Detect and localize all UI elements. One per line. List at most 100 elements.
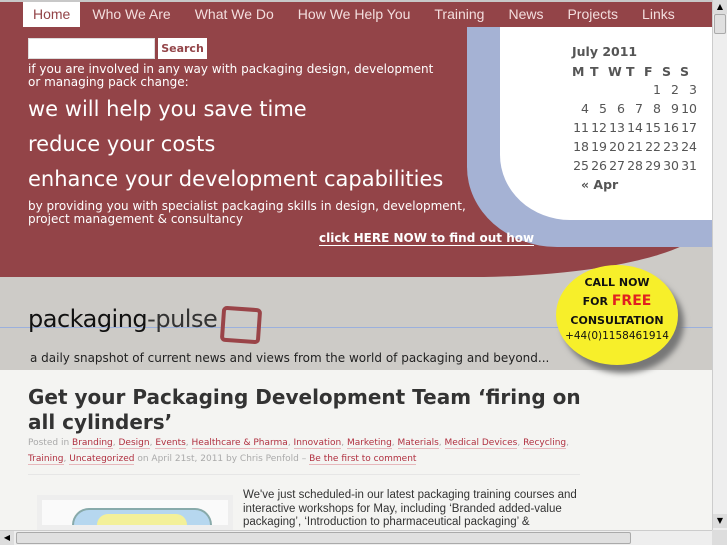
site-logo[interactable]: packaging-pulse xyxy=(28,305,218,333)
calendar-day xyxy=(608,80,626,99)
calendar-day-header: F xyxy=(644,63,653,79)
post-thumbnail[interactable] xyxy=(37,495,233,530)
calendar-day-header: M xyxy=(572,63,585,79)
scroll-up-icon[interactable]: ▲ xyxy=(713,0,727,14)
category-link[interactable]: Training xyxy=(28,454,64,465)
logo-bold: packaging xyxy=(28,305,148,333)
calendar-day-header: T xyxy=(626,63,635,79)
calendar-title: July 2011 xyxy=(572,44,638,59)
logo-light: -pulse xyxy=(147,305,218,333)
category-link[interactable]: Design xyxy=(118,438,150,449)
vertical-scroll-thumb[interactable] xyxy=(714,14,726,34)
calendar-day: 1 xyxy=(653,82,661,97)
calendar-day: 29 xyxy=(645,158,661,173)
calendar-day: 2 xyxy=(671,82,679,97)
pulse-monitor-icon xyxy=(219,305,263,345)
wheel-diagram-center xyxy=(97,514,187,525)
scroll-down-icon[interactable]: ▼ xyxy=(713,514,727,528)
badge-phone: +44(0)1158461914 xyxy=(565,330,669,342)
main-nav: Home Who We Are What We Do How We Help Y… xyxy=(0,0,712,27)
hero-intro: if you are involved in any way with pack… xyxy=(28,62,434,89)
horizontal-scroll-thumb[interactable] xyxy=(16,532,631,544)
hero-line-1: we will help you save time xyxy=(28,97,307,121)
calendar-day xyxy=(590,80,608,99)
category-link[interactable]: Materials xyxy=(397,438,439,449)
calendar-grid: MTWTFSS 1 2 3 4 5 6 7 8 9 10 11 12 13 14 15 16 17 18 19 20 2… xyxy=(572,62,698,175)
search-input[interactable] xyxy=(28,38,155,59)
badge-call-now: CALL NOW xyxy=(584,276,650,289)
category-link[interactable]: Healthcare & Pharma xyxy=(191,438,288,449)
calendar-day: 28 xyxy=(627,158,643,173)
badge-consultation: CONSULTATION xyxy=(570,314,664,327)
calendar-day: 15 xyxy=(645,120,661,135)
calendar-day: 11 xyxy=(573,120,589,135)
scroll-left-icon[interactable]: ◀ xyxy=(0,531,14,545)
horizontal-scrollbar[interactable]: ◀ xyxy=(0,530,712,545)
nav-training[interactable]: Training xyxy=(422,2,496,27)
calendar-prev-month-link[interactable]: « Apr xyxy=(581,177,698,192)
nav-who-we-are[interactable]: Who We Are xyxy=(80,2,182,27)
nav-how-we-help[interactable]: How We Help You xyxy=(286,2,423,27)
find-out-how-link[interactable]: click HERE NOW to find out how xyxy=(319,231,535,246)
calendar-day: 4 xyxy=(581,101,589,116)
nav-home[interactable]: Home xyxy=(23,2,81,27)
hero-description: by providing you with specialist packagi… xyxy=(28,199,466,226)
calendar-week: 18 19 20 21 22 23 24 xyxy=(572,137,698,156)
calendar-day: 5 xyxy=(599,101,607,116)
calendar-day: 22 xyxy=(645,139,661,154)
category-link[interactable]: Branding xyxy=(72,438,113,449)
calendar-day: 6 xyxy=(617,101,625,116)
calendar-day: 18 xyxy=(573,139,589,154)
calendar-day-header: T xyxy=(590,63,599,79)
calendar-week: 11 12 13 14 15 16 17 xyxy=(572,118,698,137)
comments-link[interactable]: Be the first to comment xyxy=(309,454,417,465)
category-link[interactable]: Recycling xyxy=(523,438,567,449)
vertical-scrollbar[interactable]: ▲ ▼ xyxy=(712,0,727,530)
calendar-day: 8 xyxy=(653,101,661,116)
calendar-day: 12 xyxy=(591,120,607,135)
scrollbar-corner xyxy=(712,530,727,545)
calendar-day: 17 xyxy=(681,120,697,135)
calendar-day: 23 xyxy=(663,139,679,154)
nav-links[interactable]: Links xyxy=(630,2,687,27)
category-link[interactable]: Innovation xyxy=(293,438,342,449)
calendar-day-header: S xyxy=(662,63,672,79)
calendar-day: 25 xyxy=(573,158,589,173)
calendar-day: 30 xyxy=(663,158,679,173)
category-link[interactable]: Events xyxy=(155,438,186,449)
calendar: July 2011 MTWTFSS 1 2 3 4 5 6 7 8 9 10 11 12 13 14 15 1… xyxy=(572,44,698,192)
calendar-day: 26 xyxy=(591,158,607,173)
calendar-day: 14 xyxy=(627,120,643,135)
nav-projects[interactable]: Projects xyxy=(555,2,630,27)
calendar-day xyxy=(626,80,644,99)
post-excerpt: We've just scheduled-in our latest packa… xyxy=(243,489,577,528)
calendar-day: 13 xyxy=(609,120,625,135)
calendar-day: 31 xyxy=(681,158,697,173)
category-link[interactable]: Marketing xyxy=(346,438,392,449)
nav-what-we-do[interactable]: What We Do xyxy=(183,2,286,27)
calendar-day xyxy=(572,80,590,99)
posted-in-label: Posted in xyxy=(28,438,70,448)
badge-free: FREE xyxy=(611,293,652,309)
calendar-day: 10 xyxy=(681,101,697,116)
calendar-day: 16 xyxy=(663,120,679,135)
hero-line-3: enhance your development capabilities xyxy=(28,167,444,191)
post-title[interactable]: Get your Packaging Development Team ‘fir… xyxy=(28,385,588,435)
calendar-day: 24 xyxy=(681,139,697,154)
search-button[interactable]: Search xyxy=(158,38,207,59)
free-consultation-badge[interactable]: CALL NOW FOR FREE CONSULTATION +44(0)115… xyxy=(556,265,678,365)
post-meta: Posted in Branding, Design, Events, Heal… xyxy=(28,438,569,465)
divider xyxy=(28,474,580,475)
nav-news[interactable]: News xyxy=(496,2,555,27)
category-link[interactable]: Medical Devices xyxy=(444,438,518,449)
post-date-author: on April 21st, 2011 by Chris Penfold – xyxy=(137,454,307,464)
badge-for: FOR xyxy=(582,295,608,308)
calendar-week: 25 26 27 28 29 30 31 xyxy=(572,156,698,175)
calendar-day: 20 xyxy=(609,139,625,154)
tagline: a daily snapshot of current news and vie… xyxy=(30,351,550,365)
calendar-week: 123 xyxy=(572,80,698,99)
calendar-day: 27 xyxy=(609,158,625,173)
calendar-day: 19 xyxy=(591,139,607,154)
calendar-week: 4 5 6 7 8 9 10 xyxy=(572,99,698,118)
category-link[interactable]: Uncategorized xyxy=(69,454,135,465)
